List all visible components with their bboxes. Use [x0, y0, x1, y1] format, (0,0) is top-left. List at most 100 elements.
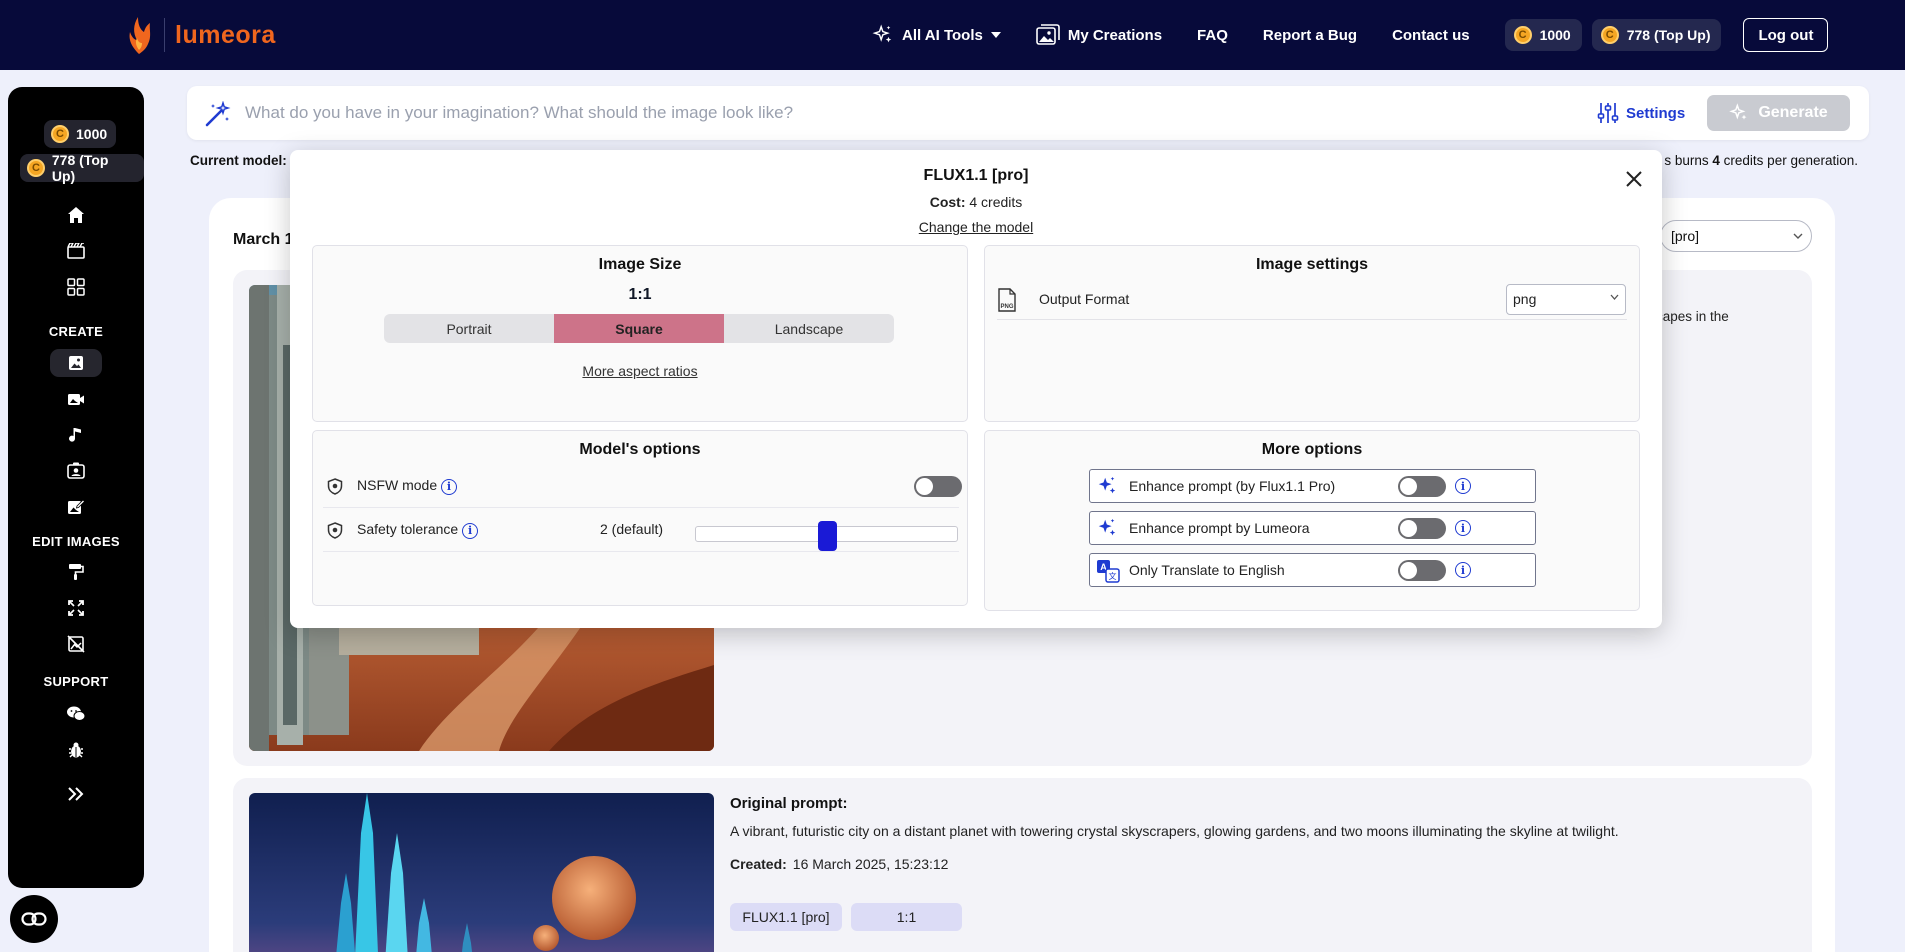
coin-icon: C: [1600, 26, 1619, 44]
logo[interactable]: lumeora: [124, 14, 276, 56]
gallery-icon: [1036, 24, 1060, 45]
info-icon[interactable]: i: [441, 478, 458, 495]
prompt-input[interactable]: What do you have in your imagination? Wh…: [245, 103, 793, 123]
orientation-landscape[interactable]: Landscape: [724, 314, 894, 343]
nav-contact-us-label: Contact us: [1392, 26, 1470, 44]
translate-english-toggle[interactable]: [1398, 560, 1446, 581]
nav-contact-us[interactable]: Contact us: [1392, 27, 1470, 44]
sidebar-topup-badge[interactable]: C 778 (Top Up): [20, 152, 144, 184]
nav-all-ai-tools-label: All AI Tools: [902, 26, 983, 44]
created-date: Created: 16 March 2025, 15:23:12: [730, 856, 949, 872]
creation-image[interactable]: [249, 793, 714, 952]
portrait-icon[interactable]: [66, 461, 86, 481]
settings-button[interactable]: Settings: [1597, 102, 1685, 124]
original-prompt-text: A vibrant, futuristic city on a distant …: [730, 823, 1619, 839]
home-icon[interactable]: [66, 205, 86, 225]
current-model-label: Current model:: [190, 153, 287, 168]
chevron-down-icon: [1793, 233, 1803, 239]
info-icon[interactable]: i: [1455, 562, 1471, 578]
sparkles-icon: [1729, 103, 1747, 120]
chat-icon[interactable]: [66, 704, 86, 724]
music-icon[interactable]: [66, 425, 86, 445]
model-tag: FLUX1.1 [pro]: [730, 903, 842, 931]
phoenix-logo-icon: [129, 17, 151, 54]
sparkles-icon: [1098, 476, 1116, 494]
generate-label: Generate: [1758, 104, 1828, 121]
nav-faq[interactable]: FAQ: [1197, 27, 1228, 44]
enhance-prompt-flux-toggle[interactable]: [1398, 476, 1446, 497]
more-options-panel: More options Enhance prompt (by Flux1.1 …: [984, 430, 1640, 611]
orientation-portrait[interactable]: Portrait: [384, 314, 554, 343]
prompt-bar: What do you have in your imagination? Wh…: [187, 86, 1869, 140]
shield-icon: [327, 522, 343, 539]
topup-credits-badge[interactable]: C 778 (Top Up): [1591, 19, 1722, 51]
aspect-ratio-value: 1:1: [628, 286, 652, 303]
coin-icon: C: [51, 125, 69, 143]
output-format-value: png: [1513, 291, 1537, 307]
info-icon[interactable]: i: [1455, 478, 1471, 494]
sidebar-section-edit-images: EDIT IMAGES: [32, 534, 120, 549]
safety-tolerance-slider-handle[interactable]: [818, 521, 837, 551]
logo-divider: [164, 18, 165, 52]
nsfw-toggle[interactable]: [914, 476, 962, 497]
film-icon[interactable]: [66, 241, 86, 261]
translate-english-row: A文 Only Translate to English i: [1089, 553, 1536, 587]
remove-background-icon[interactable]: [66, 634, 86, 654]
svg-text:文: 文: [1109, 571, 1117, 581]
svg-text:PNG: PNG: [1000, 304, 1013, 310]
nav-my-creations[interactable]: My Creations: [1036, 24, 1162, 46]
image-size-title: Image Size: [598, 256, 682, 273]
image-edit-icon[interactable]: [66, 497, 86, 517]
topup-credits-value: 778 (Top Up): [1626, 27, 1711, 43]
sidebar-section-create: CREATE: [48, 324, 104, 339]
credits-badge[interactable]: C 1000: [1504, 19, 1582, 51]
sidebar-section-support: SUPPORT: [43, 674, 109, 689]
info-icon[interactable]: i: [1455, 520, 1471, 536]
modal-model-title: FLUX1.1 [pro]: [923, 167, 1029, 184]
credits-value: 1000: [1539, 27, 1571, 43]
bug-icon[interactable]: [66, 740, 86, 760]
original-prompt-heading: Original prompt:: [730, 795, 848, 812]
logout-button[interactable]: Log out: [1743, 18, 1829, 52]
more-aspect-ratios-link[interactable]: More aspect ratios: [313, 363, 967, 379]
sidebar-topup-value: 778 (Top Up): [51, 152, 109, 184]
nav-faq-label: FAQ: [1197, 26, 1228, 44]
enhance-prompt-flux-row: Enhance prompt (by Flux1.1 Pro) i: [1089, 469, 1536, 503]
generate-button[interactable]: Generate: [1707, 95, 1850, 131]
grid-icon[interactable]: [66, 277, 86, 297]
chevron-down-icon: [1610, 294, 1619, 300]
chevron-double-right-icon[interactable]: [66, 784, 86, 804]
magic-wand-icon: [205, 101, 231, 127]
close-icon[interactable]: [1623, 168, 1645, 190]
paint-roller-icon[interactable]: [66, 562, 86, 582]
nav-all-ai-tools[interactable]: All AI Tools: [872, 24, 1001, 46]
settings-label: Settings: [1626, 104, 1686, 122]
link-icon: [21, 912, 47, 926]
model-settings-modal: FLUX1.1 [pro] Cost: 4 credits Change the…: [290, 150, 1662, 628]
safety-tolerance-row: Safety tolerance i 2 (default): [323, 508, 959, 552]
orientation-square[interactable]: Square: [554, 314, 724, 343]
accessibility-toggle-button[interactable]: [10, 895, 58, 943]
output-format-select[interactable]: png: [1506, 284, 1626, 315]
image-size-panel: Image Size 1:1 Portrait Square Landscape…: [312, 245, 968, 422]
enhance-prompt-lumeora-toggle[interactable]: [1398, 518, 1446, 539]
enhance-prompt-flux-label: Enhance prompt (by Flux1.1 Pro): [1129, 478, 1336, 494]
modal-cost: Cost: 4 credits: [929, 194, 1023, 210]
orientation-segmented-control: Portrait Square Landscape: [384, 314, 894, 343]
expand-icon[interactable]: [66, 598, 86, 618]
nav-report-bug[interactable]: Report a Bug: [1263, 27, 1357, 44]
image-icon[interactable]: [66, 353, 86, 373]
nsfw-label: NSFW mode i: [357, 477, 458, 495]
output-format-label: Output Format: [1039, 291, 1130, 307]
sparkles-icon: [872, 24, 892, 43]
caret-down-icon: [990, 32, 1001, 38]
gallery-date-heading: March 1: [233, 231, 294, 248]
sidebar: C 1000 C 778 (Top Up) CREATE EDIT IMAGES…: [8, 87, 144, 888]
model-filter-select[interactable]: [pro]: [1660, 220, 1812, 252]
video-icon[interactable]: [66, 389, 86, 409]
brand-name: lumeora: [175, 20, 276, 49]
credits-burn-note: s burns 4 credits per generation.: [1664, 153, 1858, 168]
nav-my-creations-label: My Creations: [1067, 26, 1163, 44]
sidebar-credits-badge[interactable]: C 1000: [44, 120, 117, 148]
info-icon[interactable]: i: [462, 522, 479, 539]
